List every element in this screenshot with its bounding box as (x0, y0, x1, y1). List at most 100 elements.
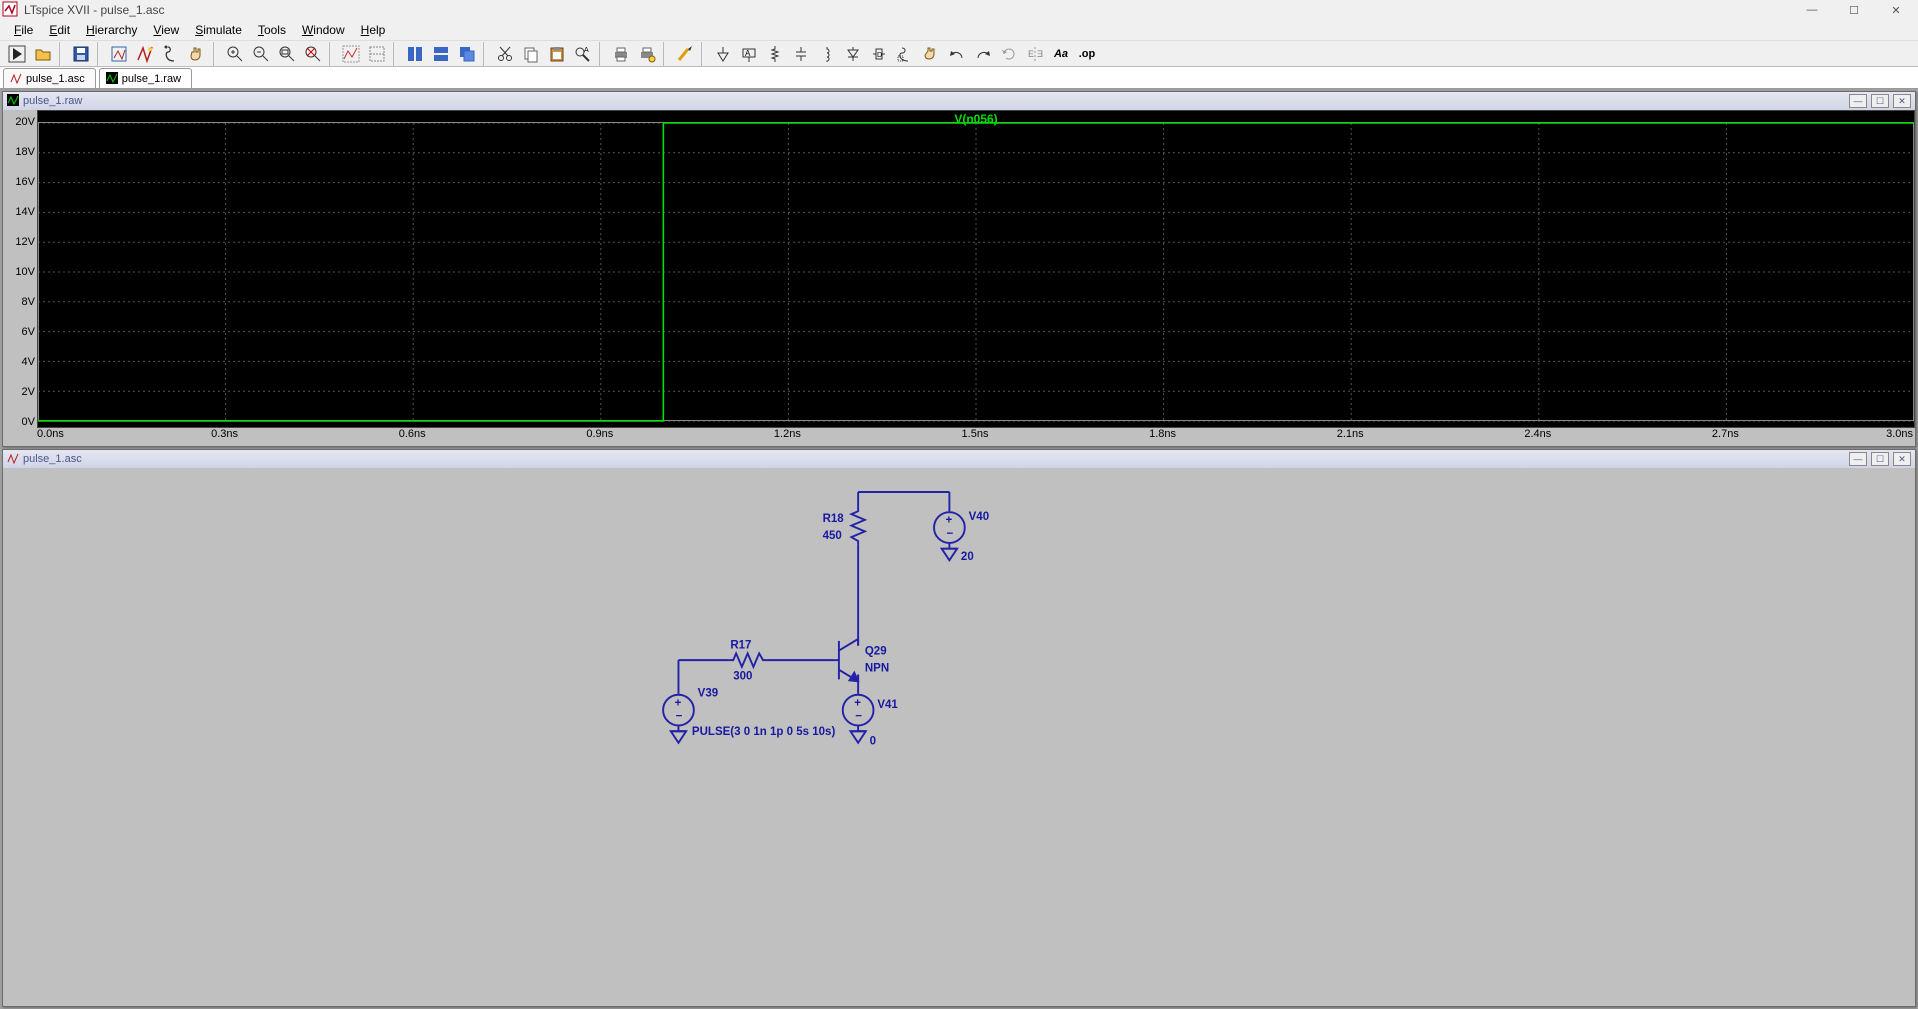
menu-tools[interactable]: Tools (250, 22, 294, 38)
svg-text:+: + (675, 697, 682, 709)
waveform-icon (7, 94, 19, 109)
document-tabs: pulse_1.asc pulse_1.raw (0, 67, 1918, 89)
save-button[interactable] (68, 42, 94, 66)
y-tick: 0V (22, 416, 35, 428)
schematic-icon (7, 452, 19, 467)
autorange-button[interactable] (338, 42, 364, 66)
tab-schematic[interactable]: pulse_1.asc (3, 68, 96, 88)
x-tick: 2.4ns (1524, 428, 1551, 440)
capacitor-button[interactable] (788, 42, 814, 66)
child-max-button[interactable]: ☐ (1871, 94, 1889, 108)
cascade-button[interactable] (454, 42, 480, 66)
svg-text:D: D (877, 52, 882, 59)
add-trace-button[interactable] (364, 42, 390, 66)
x-axis[interactable]: 0.0ns0.3ns0.6ns0.9ns1.2ns1.5ns1.8ns2.1ns… (3, 428, 1915, 446)
waveform-viewer[interactable]: 20V18V16V14V12V10V8V6V4V2V0V V(n056) 0.0… (3, 110, 1915, 446)
cut-button[interactable] (492, 42, 518, 66)
tab-label: pulse_1.raw (122, 73, 181, 85)
child-max-button[interactable]: ☐ (1871, 452, 1889, 466)
x-tick: 0.0ns (37, 428, 64, 440)
rotate-button[interactable] (996, 42, 1022, 66)
waveform-title: pulse_1.raw (23, 95, 82, 107)
child-min-button[interactable]: — (1849, 94, 1867, 108)
menu-edit[interactable]: Edit (41, 22, 78, 38)
menu-view[interactable]: View (145, 22, 187, 38)
x-tick: 2.1ns (1337, 428, 1364, 440)
waveform-titlebar[interactable]: pulse_1.raw — ☐ ✕ (3, 92, 1915, 110)
move-button[interactable] (892, 42, 918, 66)
component-button[interactable]: D (866, 42, 892, 66)
work-area: pulse_1.raw — ☐ ✕ 20V18V16V14V12V10V8V6V… (0, 89, 1918, 1009)
x-tick: 1.5ns (962, 428, 989, 440)
y-tick: 18V (15, 146, 35, 158)
schematic-titlebar[interactable]: pulse_1.asc — ☐ ✕ (3, 450, 1915, 468)
x-tick: 1.2ns (774, 428, 801, 440)
draw-wire-button[interactable] (672, 42, 698, 66)
undo-button[interactable] (944, 42, 970, 66)
print-setup-button[interactable] (634, 42, 660, 66)
y-tick: 14V (15, 206, 35, 218)
label-net-button[interactable]: A (736, 42, 762, 66)
mirror-button[interactable]: EƎ (1022, 42, 1048, 66)
menu-file[interactable]: File (6, 22, 41, 38)
drag-button[interactable] (918, 42, 944, 66)
pan-button[interactable] (184, 42, 210, 66)
svg-text:Q29: Q29 (865, 645, 887, 657)
ground-button[interactable] (710, 42, 736, 66)
find-button[interactable]: A (570, 42, 596, 66)
inductor-button[interactable] (814, 42, 840, 66)
svg-text:0: 0 (870, 736, 876, 748)
svg-text:+: + (946, 515, 953, 527)
trace-label[interactable]: V(n056) (954, 112, 997, 126)
diode-button[interactable] (840, 42, 866, 66)
y-tick: 2V (22, 386, 35, 398)
redo-button[interactable] (970, 42, 996, 66)
halt-button[interactable] (158, 42, 184, 66)
x-tick: 0.6ns (399, 428, 426, 440)
child-min-button[interactable]: — (1849, 452, 1867, 466)
tile-horizontal-button[interactable] (428, 42, 454, 66)
tab-waveform[interactable]: pulse_1.raw (99, 68, 192, 88)
paste-button[interactable] (544, 42, 570, 66)
menu-simulate[interactable]: Simulate (187, 22, 250, 38)
run-simulation-button[interactable] (132, 42, 158, 66)
close-button[interactable]: ✕ (1876, 1, 1916, 19)
y-axis[interactable]: 20V18V16V14V12V10V8V6V4V2V0V (3, 110, 37, 428)
zoom-area-button[interactable] (274, 42, 300, 66)
x-tick: 1.8ns (1149, 428, 1176, 440)
y-tick: 16V (15, 176, 35, 188)
svg-text:Ǝ: Ǝ (1037, 49, 1043, 59)
svg-text:20: 20 (961, 551, 974, 563)
schematic-canvas[interactable]: + − + (3, 468, 1915, 1006)
y-tick: 12V (15, 236, 35, 248)
open-button[interactable] (30, 42, 56, 66)
resistor-button[interactable] (762, 42, 788, 66)
svg-text:NPN: NPN (865, 663, 889, 675)
text-button[interactable]: Aa (1048, 42, 1074, 66)
menu-hierarchy[interactable]: Hierarchy (78, 22, 145, 38)
menu-window[interactable]: Window (294, 22, 353, 38)
plot-area[interactable]: V(n056) (37, 110, 1915, 428)
print-button[interactable] (608, 42, 634, 66)
y-tick: 20V (15, 116, 35, 128)
svg-text:300: 300 (733, 670, 752, 682)
maximize-button[interactable]: ☐ (1834, 1, 1874, 19)
zoom-in-button[interactable] (222, 42, 248, 66)
copy-button[interactable] (518, 42, 544, 66)
svg-text:V41: V41 (877, 699, 898, 711)
child-close-button[interactable]: ✕ (1893, 452, 1911, 466)
zoom-out-button[interactable] (248, 42, 274, 66)
svg-text:PULSE(3 0 1n 1p 0 5s 10s): PULSE(3 0 1n 1p 0 5s 10s) (692, 726, 836, 738)
spice-directive-button[interactable]: .op (1074, 42, 1100, 66)
run-button[interactable] (4, 42, 30, 66)
child-close-button[interactable]: ✕ (1893, 94, 1911, 108)
menu-help[interactable]: Help (353, 22, 394, 38)
svg-text:R18: R18 (823, 513, 845, 525)
minimize-button[interactable]: — (1792, 1, 1832, 19)
y-tick: 4V (22, 356, 35, 368)
zoom-extents-button[interactable] (300, 42, 326, 66)
new-schematic-button[interactable] (106, 42, 132, 66)
toolbar: A A D EƎ Aa .op (0, 40, 1918, 67)
title-bar: LTspice XVII - pulse_1.asc — ☐ ✕ (0, 0, 1918, 20)
tile-vertical-button[interactable] (402, 42, 428, 66)
